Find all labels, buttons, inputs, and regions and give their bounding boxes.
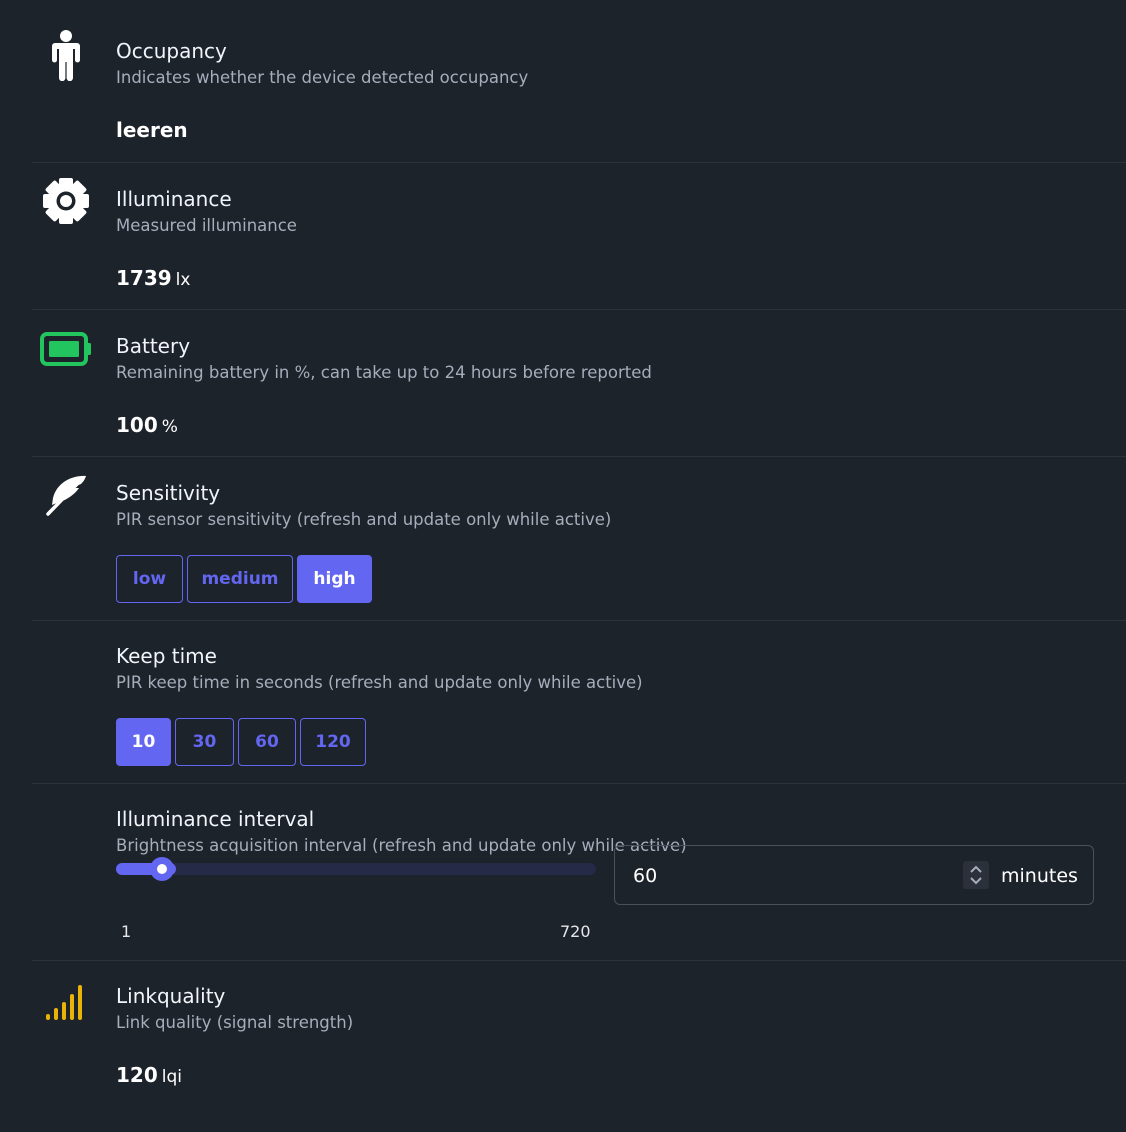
interval-number-value[interactable]: 60 bbox=[633, 865, 657, 887]
sensitivity-option-high[interactable]: high bbox=[297, 555, 372, 603]
illuminance-description: Measured illuminance bbox=[116, 216, 297, 235]
sensitivity-option-low[interactable]: low bbox=[116, 555, 183, 603]
occupancy-row: Occupancy Indicates whether the device d… bbox=[32, 15, 1126, 163]
sensitivity-title: Sensitivity bbox=[116, 481, 221, 505]
illuminance-interval-title: Illuminance interval bbox=[116, 807, 315, 831]
sensitivity-options: low medium high bbox=[116, 555, 372, 603]
illuminance-value: 1739 lx bbox=[116, 266, 190, 290]
keep-time-option-120[interactable]: 120 bbox=[300, 718, 366, 766]
sensitivity-option-medium[interactable]: medium bbox=[187, 555, 293, 603]
keep-time-description: PIR keep time in seconds (refresh and up… bbox=[116, 673, 643, 692]
slider-max-label: 720 bbox=[560, 922, 591, 941]
keep-time-option-30[interactable]: 30 bbox=[175, 718, 234, 766]
spinner-icon[interactable] bbox=[963, 861, 989, 889]
keep-time-row: Keep time PIR keep time in seconds (refr… bbox=[32, 621, 1126, 784]
sensitivity-row: Sensitivity PIR sensor sensitivity (refr… bbox=[32, 457, 1126, 621]
linkquality-title: Linkquality bbox=[116, 984, 226, 1008]
occupancy-value: leeren bbox=[116, 118, 188, 142]
keep-time-title: Keep time bbox=[116, 644, 217, 668]
sun-gear-icon bbox=[40, 175, 92, 227]
battery-title: Battery bbox=[116, 334, 191, 358]
interval-unit: minutes bbox=[1001, 865, 1078, 887]
interval-number-field[interactable]: 60 minutes bbox=[614, 845, 1094, 905]
person-icon bbox=[40, 29, 92, 81]
illuminance-interval-row: Illuminance interval Brightness acquisit… bbox=[32, 784, 1126, 961]
occupancy-description: Indicates whether the device detected oc… bbox=[116, 68, 529, 87]
illuminance-title: Illuminance bbox=[116, 187, 232, 211]
battery-unit: % bbox=[161, 417, 178, 437]
keep-time-option-10[interactable]: 10 bbox=[116, 718, 171, 766]
illuminance-interval-description: Brightness acquisition interval (refresh… bbox=[116, 836, 687, 855]
feather-icon bbox=[40, 469, 92, 521]
interval-slider-handle[interactable] bbox=[150, 857, 174, 881]
battery-value: 100% bbox=[116, 413, 178, 437]
linkquality-description: Link quality (signal strength) bbox=[116, 1013, 354, 1032]
battery-number: 100 bbox=[116, 413, 158, 437]
battery-full-icon bbox=[40, 323, 92, 375]
interval-slider[interactable] bbox=[116, 857, 596, 881]
signal-bars-icon bbox=[40, 975, 92, 1027]
illuminance-unit: lx bbox=[175, 270, 191, 290]
linkquality-number: 120 bbox=[116, 1063, 158, 1087]
keep-time-options: 10 30 60 120 bbox=[116, 718, 366, 766]
linkquality-unit: lqi bbox=[161, 1067, 182, 1087]
occupancy-title: Occupancy bbox=[116, 39, 227, 63]
illuminance-row: Illuminance Measured illuminance 1739 lx bbox=[32, 163, 1126, 310]
keep-time-option-60[interactable]: 60 bbox=[238, 718, 296, 766]
linkquality-value: 120 lqi bbox=[116, 1063, 182, 1087]
battery-row: Battery Remaining battery in %, can take… bbox=[32, 310, 1126, 457]
battery-description: Remaining battery in %, can take up to 2… bbox=[116, 363, 652, 382]
linkquality-row: Linkquality Link quality (signal strengt… bbox=[32, 961, 1126, 1132]
illuminance-number: 1739 bbox=[116, 266, 172, 290]
slider-min-label: 1 bbox=[121, 922, 132, 941]
sensitivity-description: PIR sensor sensitivity (refresh and upda… bbox=[116, 510, 612, 529]
